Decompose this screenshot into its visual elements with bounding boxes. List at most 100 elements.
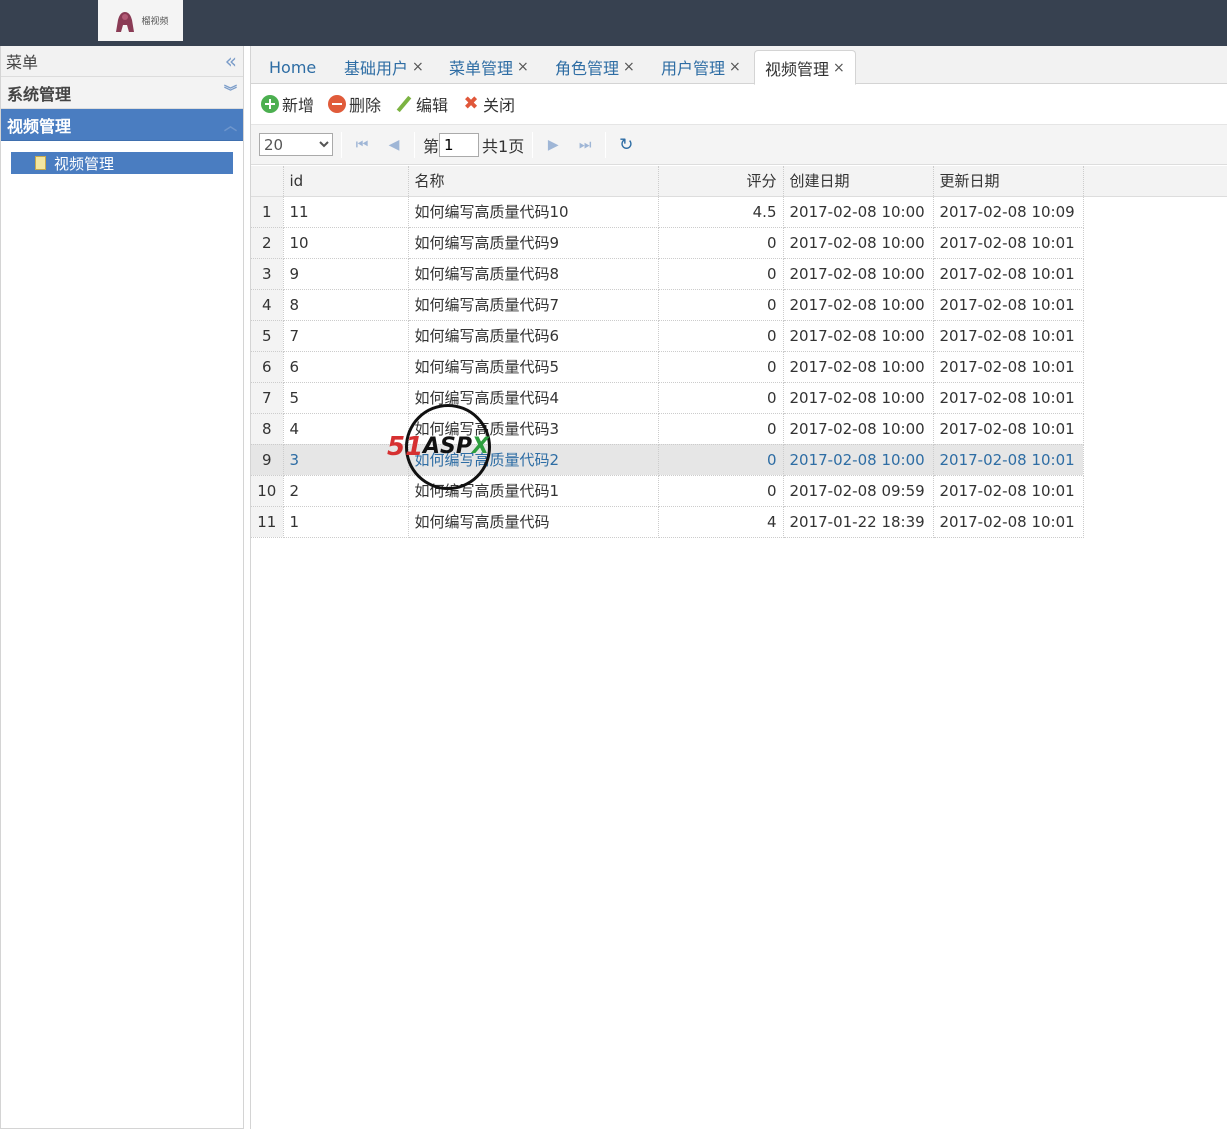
cell-score: 0 — [658, 475, 784, 507]
column-header-name[interactable]: 名称 — [408, 166, 659, 197]
table-row[interactable]: 6 6 如何编写高质量代码5 0 2017-02-08 10:00 2017-0… — [251, 351, 1084, 383]
cell-score: 4.5 — [658, 196, 784, 228]
cell-updated: 2017-02-08 10:01 — [933, 258, 1084, 290]
tab-menu-management[interactable]: 菜单管理 × — [439, 50, 539, 84]
cross-icon: ✖ — [463, 93, 479, 114]
cell-updated: 2017-02-08 10:01 — [933, 506, 1084, 538]
video-grid: id 名称 评分 创建日期 更新日期 1 11 如何编写高质量代码10 4.5 … — [251, 166, 1084, 538]
cell-id: 5 — [283, 382, 409, 414]
logo-text: 榴视频 — [141, 17, 169, 27]
cell-name: 如何编写高质量代码5 — [408, 351, 659, 383]
row-number: 9 — [251, 444, 284, 476]
cell-updated: 2017-02-08 10:01 — [933, 382, 1084, 414]
prev-page-icon[interactable]: ◀ — [382, 133, 406, 157]
table-row[interactable]: 3 9 如何编写高质量代码8 0 2017-02-08 10:00 2017-0… — [251, 258, 1084, 290]
refresh-icon[interactable]: ↻ — [614, 133, 638, 157]
close-icon[interactable]: × — [623, 59, 635, 75]
last-page-icon[interactable]: ⏭ — [573, 133, 597, 157]
table-row[interactable]: 11 1 如何编写高质量代码 4 2017-01-22 18:39 2017-0… — [251, 506, 1084, 538]
cell-updated: 2017-02-08 10:01 — [933, 444, 1084, 476]
tab-bar: Home 基础用户 × 菜单管理 × 角色管理 × 用户管理 × 视频管理 × — [251, 46, 1227, 85]
column-header-score[interactable]: 评分 — [658, 166, 784, 197]
cell-score: 0 — [658, 444, 784, 476]
tree-item-label: 视频管理 — [54, 154, 115, 173]
cell-updated: 2017-02-08 10:01 — [933, 351, 1084, 383]
edit-button[interactable]: 编辑 — [395, 92, 448, 116]
column-header-updated[interactable]: 更新日期 — [933, 166, 1084, 197]
cell-updated: 2017-02-08 10:09 — [933, 196, 1084, 228]
table-row[interactable]: 9 3 如何编写高质量代码2 0 2017-02-08 10:00 2017-0… — [251, 444, 1084, 476]
table-row[interactable]: 5 7 如何编写高质量代码6 0 2017-02-08 10:00 2017-0… — [251, 320, 1084, 352]
edit-button-label: 编辑 — [416, 96, 449, 115]
tree-item-video-management[interactable]: 视频管理 — [11, 152, 233, 174]
delete-button[interactable]: 删除 — [328, 92, 381, 116]
table-row[interactable]: 2 10 如何编写高质量代码9 0 2017-02-08 10:00 2017-… — [251, 227, 1084, 259]
remove-icon — [328, 95, 347, 113]
cell-id: 6 — [283, 351, 409, 383]
row-number: 5 — [251, 320, 284, 352]
delete-button-label: 删除 — [349, 96, 382, 115]
column-header-created[interactable]: 创建日期 — [783, 166, 934, 197]
tab-user-management[interactable]: 用户管理 × — [651, 50, 751, 84]
accordion-label: 系统管理 — [7, 84, 72, 104]
tab-label: Home — [269, 57, 317, 77]
cell-created: 2017-01-22 18:39 — [783, 506, 934, 538]
close-button[interactable]: ✖ 关闭 — [462, 92, 516, 116]
page-prefix-label: 第 — [423, 136, 440, 156]
page-number-input[interactable] — [439, 132, 480, 157]
table-row[interactable]: 7 5 如何编写高质量代码4 0 2017-02-08 10:00 2017-0… — [251, 382, 1084, 414]
cell-id: 2 — [283, 475, 409, 507]
accordion-video-management[interactable]: 视频管理 ︿ — [1, 109, 243, 141]
cell-name: 如何编写高质量代码7 — [408, 289, 659, 321]
cell-score: 0 — [658, 351, 784, 383]
page-size-select[interactable]: 20 — [259, 133, 333, 156]
cell-name: 如何编写高质量代码10 — [408, 196, 659, 228]
table-row[interactable]: 8 4 如何编写高质量代码3 0 2017-02-08 10:00 2017-0… — [251, 413, 1084, 445]
table-row[interactable]: 4 8 如何编写高质量代码7 0 2017-02-08 10:00 2017-0… — [251, 289, 1084, 321]
tab-home[interactable]: Home — [259, 50, 326, 84]
double-chevron-left-icon[interactable]: « — [225, 49, 237, 73]
close-icon[interactable]: × — [729, 59, 741, 75]
row-number: 2 — [251, 227, 284, 259]
grid-header-row: id 名称 评分 创建日期 更新日期 — [251, 166, 1084, 197]
table-row[interactable]: 10 2 如何编写高质量代码1 0 2017-02-08 09:59 2017-… — [251, 475, 1084, 507]
table-row[interactable]: 1 11 如何编写高质量代码10 4.5 2017-02-08 10:00 20… — [251, 196, 1084, 228]
tab-label: 菜单管理 — [449, 59, 514, 78]
tab-video-management[interactable]: 视频管理 × — [754, 50, 856, 85]
close-icon[interactable]: × — [833, 60, 845, 76]
cell-created: 2017-02-08 10:00 — [783, 196, 934, 228]
cell-created: 2017-02-08 10:00 — [783, 351, 934, 383]
cell-score: 0 — [658, 227, 784, 259]
next-page-icon[interactable]: ▶ — [541, 133, 565, 157]
cell-id: 4 — [283, 413, 409, 445]
cell-id: 3 — [283, 444, 409, 476]
tab-role-management[interactable]: 角色管理 × — [545, 50, 645, 84]
first-page-icon[interactable]: ⏮ — [350, 133, 374, 157]
divider — [605, 131, 607, 158]
cell-score: 0 — [658, 382, 784, 414]
cell-score: 0 — [658, 320, 784, 352]
cell-id: 8 — [283, 289, 409, 321]
chevron-up-icon[interactable]: ︿ — [224, 115, 237, 134]
close-icon[interactable]: × — [517, 59, 529, 75]
cell-id: 10 — [283, 227, 409, 259]
tab-basic-users[interactable]: 基础用户 × — [334, 50, 434, 84]
tab-label: 基础用户 — [344, 59, 409, 78]
close-icon[interactable]: × — [412, 59, 424, 75]
cell-id: 7 — [283, 320, 409, 352]
cell-id: 9 — [283, 258, 409, 290]
app-logo[interactable]: 榴视频 — [98, 0, 183, 41]
accordion-label: 视频管理 — [7, 116, 72, 136]
grid-toolbar: 新增 删除 编辑 ✖ 关闭 — [251, 84, 1227, 125]
cell-name: 如何编写高质量代码1 — [408, 475, 659, 507]
column-header-id[interactable]: id — [283, 166, 409, 197]
add-button[interactable]: 新增 — [261, 92, 314, 116]
accordion-system-management[interactable]: 系统管理 ︾ — [1, 77, 243, 109]
tab-label: 用户管理 — [661, 59, 726, 78]
cell-name: 如何编写高质量代码4 — [408, 382, 659, 414]
cell-name: 如何编写高质量代码 — [408, 506, 659, 538]
row-number: 3 — [251, 258, 284, 290]
file-icon — [35, 156, 46, 170]
accordion-body: 视频管理 — [1, 141, 243, 185]
double-chevron-down-icon[interactable]: ︾ — [224, 86, 237, 99]
